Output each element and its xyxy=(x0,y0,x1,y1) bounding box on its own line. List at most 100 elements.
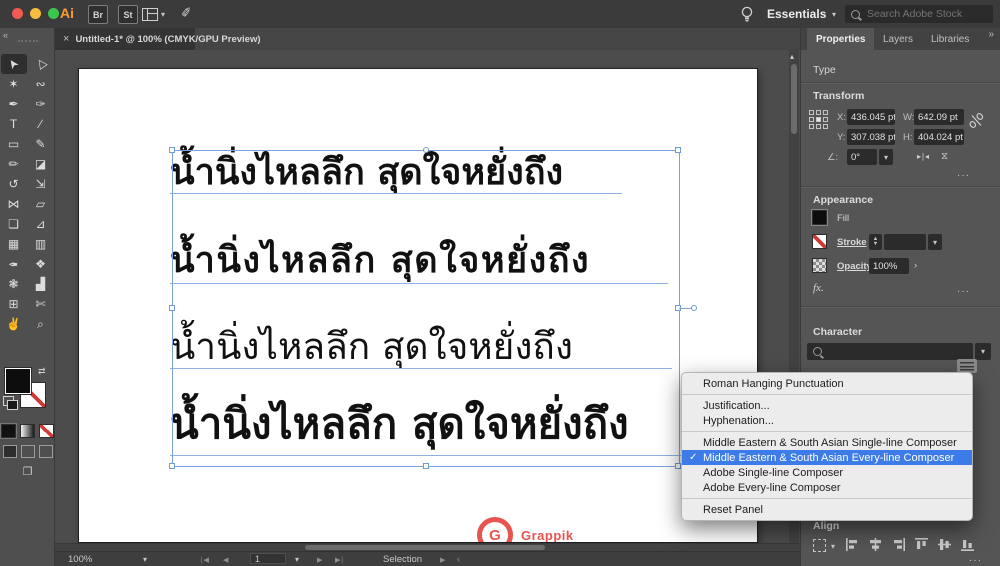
menu-item-justification[interactable]: ✓ Justification... xyxy=(682,398,972,413)
stroke-label[interactable]: Stroke xyxy=(837,237,867,248)
stroke-width-field[interactable] xyxy=(884,234,926,250)
window-zoom-button[interactable] xyxy=(48,8,59,19)
align-right-icon[interactable] xyxy=(892,538,905,551)
lightbulb-icon[interactable] xyxy=(741,6,753,23)
selection-handle-bottom-left[interactable] xyxy=(169,463,175,469)
draw-inside-button[interactable] xyxy=(38,445,53,458)
panel-menu-button[interactable] xyxy=(957,359,977,373)
next-artboard-icon[interactable]: ▶ xyxy=(317,556,322,564)
chevron-down-icon[interactable]: ▾ xyxy=(832,10,836,19)
collapse-panel-icon[interactable]: « xyxy=(3,30,8,40)
chevron-down-icon[interactable]: ▾ xyxy=(161,10,165,19)
font-search-field[interactable] xyxy=(807,343,973,360)
zoom-tool[interactable]: ⌕ xyxy=(28,314,54,334)
search-input[interactable] xyxy=(865,7,979,21)
align-more-options[interactable]: ··· xyxy=(969,555,982,566)
gradient-button[interactable] xyxy=(20,424,35,438)
font-dropdown-icon[interactable]: ▾ xyxy=(975,343,991,360)
artboard-dropdown-icon[interactable]: ▾ xyxy=(295,555,299,564)
align-vertical-center-icon[interactable] xyxy=(938,538,951,551)
opacity-swatch[interactable] xyxy=(812,258,827,273)
width-tool[interactable]: ⋈ xyxy=(1,194,27,214)
line-segment-tool[interactable]: ∕ xyxy=(28,114,54,134)
stroke-width-stepper[interactable]: ▲ ▼ xyxy=(869,234,882,250)
align-top-icon[interactable] xyxy=(915,538,928,551)
stroke-dropdown-icon[interactable]: ▾ xyxy=(928,234,942,250)
swap-fill-stroke-icon[interactable]: ⇄ xyxy=(38,366,46,377)
menu-item-hyphenation[interactable]: ✓ Hyphenation... xyxy=(682,413,972,432)
angle-dropdown-icon[interactable]: ▾ xyxy=(879,149,893,165)
artboard-tool[interactable]: ⊞ xyxy=(1,294,27,314)
x-field[interactable]: 436.045 pt xyxy=(847,109,895,125)
flip-vertical-icon[interactable]: ⧖ xyxy=(941,151,948,162)
window-minimize-button[interactable] xyxy=(30,8,41,19)
screen-mode-button[interactable]: ❐ xyxy=(0,465,55,478)
document-tab[interactable]: × Untitled-1* @ 100% (CMYK/GPU Preview) xyxy=(55,28,261,50)
selection-handle-bottom-center[interactable] xyxy=(423,463,429,469)
blend-tool[interactable]: ❖ xyxy=(28,254,54,274)
fill-color-swatch[interactable] xyxy=(811,209,828,226)
perspective-grid-tool[interactable]: ⊿ xyxy=(28,214,54,234)
curvature-tool[interactable]: ✑ xyxy=(28,94,54,114)
gradient-tool[interactable]: ▥ xyxy=(28,234,54,254)
menu-item-mesa-single-line-composer[interactable]: ✓ Middle Eastern & South Asian Single-li… xyxy=(682,435,972,450)
fill-label[interactable]: Fill xyxy=(837,213,849,224)
align-to-selection-icon[interactable]: ▾ xyxy=(813,539,835,552)
selection-handle-top-center[interactable] xyxy=(423,147,429,153)
double-chevron-icon[interactable]: » xyxy=(988,29,994,40)
none-button[interactable] xyxy=(39,424,54,438)
first-artboard-icon[interactable]: ∣◀ xyxy=(200,556,209,564)
magic-wand-tool[interactable]: ✶ xyxy=(1,74,27,94)
direct-selection-tool[interactable]: ▷ xyxy=(28,54,54,74)
draw-behind-button[interactable] xyxy=(20,445,35,458)
bridge-button[interactable]: Br xyxy=(88,5,108,24)
adobe-stock-button[interactable]: St xyxy=(118,5,138,24)
color-button[interactable] xyxy=(0,423,17,439)
tab-libraries[interactable]: Libraries xyxy=(922,28,978,50)
selection-handle-top-left[interactable] xyxy=(169,147,175,153)
eyedropper-tool[interactable]: ✒ xyxy=(1,254,27,274)
w-field[interactable]: 642.09 pt xyxy=(914,109,964,125)
selection-tool[interactable]: ➤ xyxy=(0,54,27,74)
selection-handle-right-circle[interactable] xyxy=(691,305,697,311)
scale-tool[interactable]: ⇲ xyxy=(28,174,54,194)
opacity-expand-icon[interactable]: › xyxy=(914,260,917,271)
menu-item-mesa-every-line-composer[interactable]: ✓ Middle Eastern & South Asian Every-lin… xyxy=(682,450,972,465)
stepper-down-icon[interactable]: ▼ xyxy=(873,241,878,248)
y-field[interactable]: 307.038 pt xyxy=(847,129,895,145)
angle-field[interactable]: 0° xyxy=(847,149,877,165)
paintbrush-tool[interactable]: ✎ xyxy=(28,134,54,154)
lasso-tool[interactable]: ∾ xyxy=(28,74,54,94)
window-close-button[interactable] xyxy=(12,8,23,19)
last-artboard-icon[interactable]: ▶∣ xyxy=(335,556,344,564)
free-transform-tool[interactable]: ▱ xyxy=(28,194,54,214)
rectangle-tool[interactable]: ▭ xyxy=(1,134,27,154)
appearance-more-options[interactable]: ··· xyxy=(957,286,970,297)
rotate-tool[interactable]: ↺ xyxy=(1,174,27,194)
mesh-tool[interactable]: ▦ xyxy=(1,234,27,254)
adobe-stock-search[interactable] xyxy=(845,5,993,23)
pen-tool[interactable]: ✒ xyxy=(1,94,27,114)
workspace-switcher[interactable]: Essentials xyxy=(767,7,826,21)
shape-builder-tool[interactable]: ❏ xyxy=(1,214,27,234)
column-graph-tool[interactable]: ▟ xyxy=(28,274,54,294)
fill-swatch[interactable] xyxy=(4,367,32,395)
slice-tool[interactable]: ✄ xyxy=(28,294,54,314)
artboard-number-field[interactable] xyxy=(250,553,286,564)
tab-layers[interactable]: Layers xyxy=(874,28,922,50)
symbol-sprayer-tool[interactable]: ❃ xyxy=(1,274,27,294)
status-back-icon[interactable]: ‹ xyxy=(457,554,460,565)
constrain-proportions-unlinked-icon[interactable] xyxy=(969,112,984,129)
scroll-up-icon[interactable]: ▴ xyxy=(790,52,794,61)
workspace-layout-icon[interactable] xyxy=(142,8,158,21)
menu-item-adobe-every-line-composer[interactable]: ✓ Adobe Every-line Composer xyxy=(682,480,972,499)
status-flyout-icon[interactable]: ▶ xyxy=(440,556,445,564)
tab-properties[interactable]: Properties xyxy=(807,28,875,50)
opacity-field[interactable]: 100% xyxy=(869,258,909,274)
touch-workspace-icon[interactable]: ✐ xyxy=(180,4,193,21)
flip-horizontal-icon[interactable]: ▸∣◂ xyxy=(917,152,929,161)
selection-bounding-box[interactable] xyxy=(169,147,697,469)
default-fill-stroke-icon[interactable] xyxy=(3,396,18,410)
fx-button[interactable]: fx. xyxy=(813,282,824,294)
close-icon[interactable]: × xyxy=(63,33,69,45)
